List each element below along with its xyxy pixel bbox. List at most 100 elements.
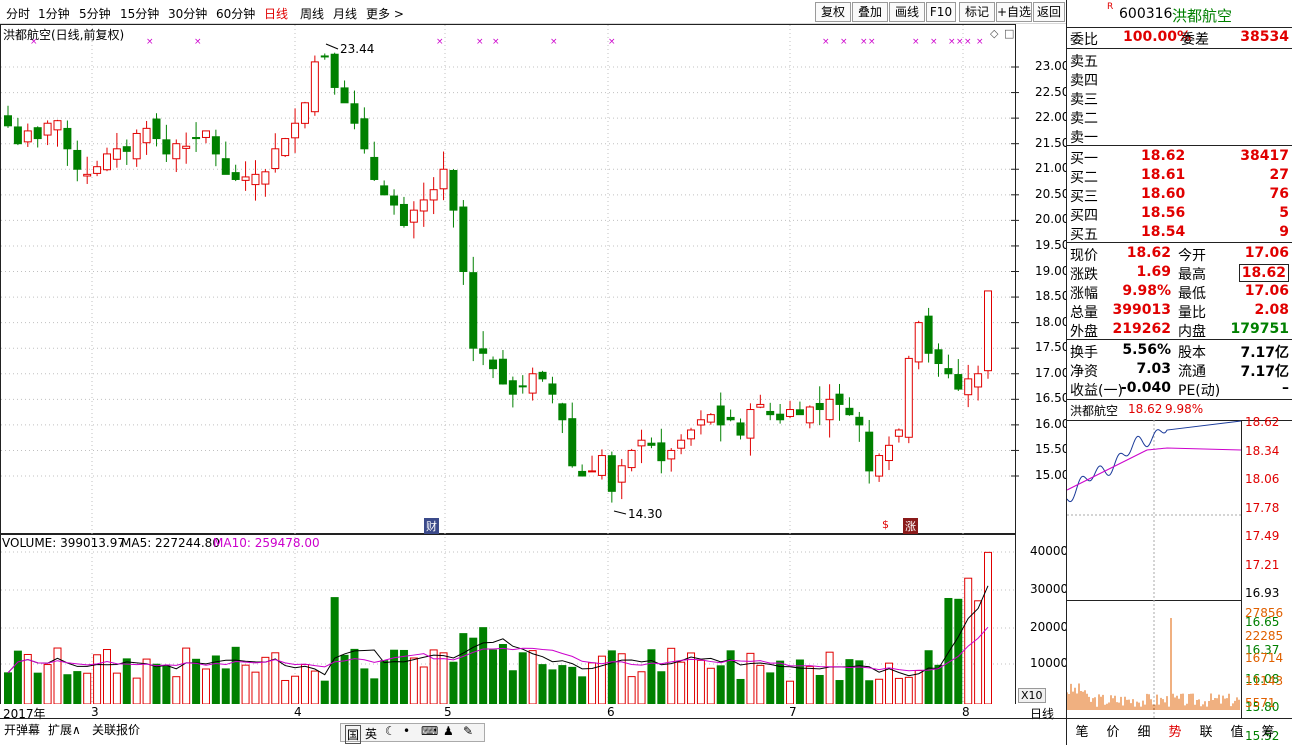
volume-bar <box>776 660 785 704</box>
period-tab-5min[interactable]: 5分钟 <box>79 5 111 22</box>
volume-bar <box>192 658 201 704</box>
candle-body <box>489 359 498 370</box>
event-marker: × <box>550 37 558 47</box>
candle-body <box>419 199 428 212</box>
volume-bar <box>607 650 616 704</box>
mini-price-tick: 17.49 <box>1245 529 1280 543</box>
period-tab-daily[interactable]: 日线 <box>264 5 288 22</box>
right-tab-5[interactable]: 值 <box>1226 721 1248 741</box>
danmaku-toggle[interactable]: 开弹幕 <box>4 721 40 738</box>
stat-value: 9.98% <box>1122 283 1171 299</box>
add-favorite-button[interactable]: +自选 <box>996 2 1032 22</box>
stat-row-0: 现价 18.62 今开 17.06 <box>1067 244 1292 264</box>
period-more-menu[interactable]: 更多 > <box>366 5 404 22</box>
ask-row-0[interactable]: 卖五 <box>1067 50 1292 70</box>
volume-bar <box>281 679 290 704</box>
candle-body <box>53 120 62 131</box>
ime-mode-icon[interactable]: 国 <box>345 725 362 744</box>
chart-expand-icon[interactable]: □ <box>1004 27 1014 40</box>
candle-body <box>152 118 161 140</box>
overlay-button[interactable]: 叠加 <box>852 2 888 22</box>
right-tab-0[interactable]: 笔 <box>1071 721 1093 741</box>
limit-up-event-icon[interactable]: 涨 <box>903 518 918 534</box>
back-button[interactable]: 返回 <box>1033 2 1065 22</box>
candle-body <box>766 410 775 416</box>
stat-row-3: 总量 399013 量比 2.08 <box>1067 301 1292 321</box>
related-quotes-tab[interactable]: 关联报价 <box>92 721 140 738</box>
right-tab-3[interactable]: 势 <box>1164 721 1186 741</box>
bid-row-3[interactable]: 买四 18.56 5 <box>1067 204 1292 224</box>
period-tab-weekly[interactable]: 周线 <box>300 5 324 22</box>
right-tab-2[interactable]: 细 <box>1133 721 1155 741</box>
volume-bar <box>241 664 250 704</box>
candle-body <box>904 357 913 438</box>
ime-moon-icon[interactable]: ☾ <box>385 724 396 738</box>
period-tab-60min[interactable]: 60分钟 <box>216 5 255 22</box>
candle-body <box>201 130 210 138</box>
intraday-mini-chart[interactable]: 洪都航空 18.62 9.98% 18.62 18.34 18.06 17.78 17.… <box>1067 400 1292 743</box>
candle-body <box>756 403 765 408</box>
bid-price: 18.56 <box>1141 205 1186 221</box>
low-marker: 14.30 <box>628 507 663 521</box>
mini-volume-tick: 5571 <box>1245 696 1276 710</box>
ime-keyboard-icon[interactable]: ⌨ <box>421 724 438 738</box>
candle-body <box>885 444 894 462</box>
f10-button[interactable]: F10 <box>926 2 956 22</box>
dividend-event-icon[interactable]: $ <box>882 518 889 531</box>
ime-toolbar[interactable]: 国 英 ☾ • ⌨ ♟ ✎ <box>340 723 485 744</box>
bid-row-0[interactable]: 买一 18.62 38417 <box>1067 147 1292 167</box>
ime-lang-icon[interactable]: 英 <box>365 725 377 742</box>
volume-ma-lines <box>7 585 989 677</box>
bid-price: 18.61 <box>1141 167 1186 183</box>
ime-user-icon[interactable]: ♟ <box>443 724 454 738</box>
draw-line-button[interactable]: 画线 <box>889 2 925 22</box>
right-tab-1[interactable]: 价 <box>1102 721 1124 741</box>
volume-bar <box>409 657 418 704</box>
volume-bar <box>548 669 557 704</box>
volume-bar <box>944 597 953 704</box>
volume-tick-label: 10000 <box>1030 656 1069 670</box>
candle-body <box>657 442 666 462</box>
period-tab-timeshare[interactable]: 分时 <box>6 5 30 22</box>
right-tab-6[interactable]: 筹 <box>1257 721 1279 741</box>
volume-bar <box>251 671 260 704</box>
candle-body <box>33 127 42 140</box>
stat-row-1: 涨跌 1.69 最高 18.62 <box>1067 263 1292 283</box>
mark-button[interactable]: 标记 <box>959 2 995 22</box>
expand-toggle[interactable]: 扩展∧ <box>48 721 81 738</box>
stock-code: 600316 <box>1119 6 1173 22</box>
fund-row-0: 换手 5.56% 股本 7.17亿 <box>1067 341 1292 361</box>
candle-body <box>112 148 121 160</box>
period-tab-30min[interactable]: 30分钟 <box>168 5 207 22</box>
kline-chart-area[interactable]: × × × × × × × × × × × × × × × × × × 洪都航空(日线,前复权) 23.44 14… <box>0 24 1070 721</box>
volume-tick-label: 20000 <box>1030 620 1069 634</box>
volume-bar <box>568 666 577 704</box>
finance-event-icon[interactable]: 财 <box>424 518 439 534</box>
period-tab-1min[interactable]: 1分钟 <box>38 5 70 22</box>
candle-body <box>954 374 963 390</box>
stat-label: 涨跌 <box>1070 267 1098 283</box>
period-tab-15min[interactable]: 15分钟 <box>120 5 159 22</box>
event-marker: × <box>860 37 868 47</box>
bid-row-4[interactable]: 买五 18.54 9 <box>1067 223 1292 243</box>
kline-chart[interactable]: × × × × × × × × × × × × × × × × × × <box>0 24 1066 704</box>
bid-label: 买一 <box>1070 151 1098 167</box>
candle-body <box>914 322 923 363</box>
ime-settings-icon[interactable]: ✎ <box>463 724 473 738</box>
fund-label: 流通 <box>1178 364 1206 380</box>
bid-row-2[interactable]: 买三 18.60 76 <box>1067 185 1292 205</box>
ask-row-4[interactable]: 卖一 <box>1067 126 1292 146</box>
right-tab-4[interactable]: 联 <box>1195 721 1217 741</box>
ime-dot-icon[interactable]: • <box>403 724 410 738</box>
chart-scroll-icon[interactable]: ◇ <box>990 27 998 40</box>
candle-body <box>578 470 587 477</box>
stat-value: 1.69 <box>1136 264 1171 280</box>
ask-row-2[interactable]: 卖三 <box>1067 88 1292 108</box>
ask-row-3[interactable]: 卖二 <box>1067 107 1292 127</box>
candle-body <box>845 407 854 416</box>
adjust-button[interactable]: 复权 <box>815 2 851 22</box>
price-tick-label: 20.00 <box>1035 212 1070 227</box>
bid-row-1[interactable]: 买二 18.61 27 <box>1067 166 1292 186</box>
ask-row-1[interactable]: 卖四 <box>1067 69 1292 89</box>
period-tab-monthly[interactable]: 月线 <box>333 5 357 22</box>
